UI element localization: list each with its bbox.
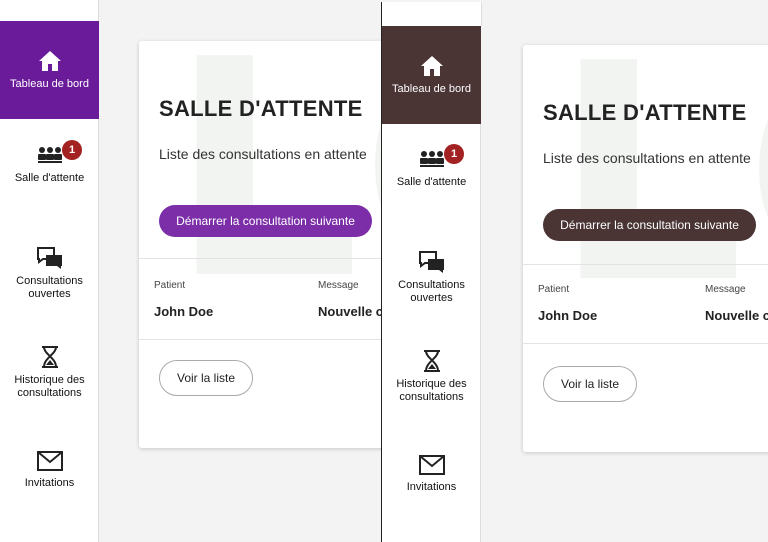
start-next-consultation-button[interactable]: Démarrer la consultation suivante [159, 205, 372, 237]
watermark-logo: LC [169, 41, 381, 345]
panel-purple-theme: Tableau de bord 1 Salle d'attente Consul… [0, 0, 381, 542]
page-subtitle: Liste des consultations en attente [159, 146, 367, 162]
sidebar-item-label: Historique des consultations [396, 378, 467, 403]
patient-column-header: Patient [538, 284, 570, 295]
waiting-room-card: LC SALLE D'ATTENTE Liste des consultatio… [523, 45, 768, 452]
waiting-room-card: LC SALLE D'ATTENTE Liste des consultatio… [139, 41, 381, 448]
envelope-icon [36, 451, 63, 471]
sidebar-item-invitations[interactable]: Invitations [0, 451, 99, 490]
sidebar-item-label: Consultations ouvertes [398, 279, 465, 304]
home-icon [38, 50, 62, 72]
sidebar-item-invitations[interactable]: Invitations [382, 455, 481, 494]
sidebar-item-label: Tableau de bord [392, 82, 471, 95]
message-column-header: Message [318, 280, 359, 291]
waiting-room-icon [419, 150, 445, 170]
sidebar: Tableau de bord 1 Salle d'attente Consul… [0, 0, 99, 542]
page-subtitle: Liste des consultations en attente [543, 150, 751, 166]
sidebar-item-label: Consultations ouvertes [16, 275, 83, 300]
start-next-consultation-button[interactable]: Démarrer la consultation suivante [543, 209, 756, 241]
message-column-header: Message [705, 284, 746, 295]
divider [523, 343, 768, 344]
sidebar-top-strip [382, 2, 482, 26]
page-title: SALLE D'ATTENTE [159, 96, 363, 121]
sidebar-item-waiting-room[interactable]: 1 Salle d'attente [382, 144, 481, 189]
view-list-button[interactable]: Voir la liste [159, 360, 253, 396]
sidebar-item-open-consultations[interactable]: Consultations ouvertes [0, 247, 99, 301]
consultation-message: Nouvelle consultation [705, 308, 768, 323]
sidebar-item-dashboard[interactable]: Tableau de bord [382, 26, 481, 124]
patient-name: John Doe [538, 308, 598, 323]
sidebar-item-open-consultations[interactable]: Consultations ouvertes [382, 251, 481, 305]
waiting-room-icon [37, 146, 63, 166]
sidebar-item-waiting-room[interactable]: 1 Salle d'attente [0, 140, 99, 185]
hourglass-icon [423, 350, 441, 372]
divider [523, 264, 768, 265]
notification-badge: 1 [444, 144, 464, 164]
sidebar-item-label: Tableau de bord [10, 77, 89, 90]
sidebar-item-label: Historique des consultations [14, 374, 85, 399]
hourglass-icon [41, 346, 59, 368]
sidebar-item-label: Salle d'attente [396, 176, 467, 188]
divider [139, 339, 381, 340]
view-list-button[interactable]: Voir la liste [543, 366, 637, 402]
page-title: SALLE D'ATTENTE [543, 100, 747, 125]
sidebar-item-label: Invitations [24, 477, 75, 489]
panel-brown-theme: Tableau de bord 1 Salle d'attente Consul… [381, 2, 768, 542]
chat-icon [36, 247, 63, 269]
sidebar-item-dashboard[interactable]: Tableau de bord [0, 21, 99, 119]
divider [139, 258, 381, 259]
envelope-icon [418, 455, 445, 475]
notification-badge: 1 [62, 140, 82, 160]
sidebar-item-history[interactable]: Historique des consultations [382, 350, 481, 404]
consultation-message: Nouvelle consultation [318, 304, 381, 319]
sidebar-item-label: Salle d'attente [14, 172, 85, 184]
patient-name: John Doe [154, 304, 214, 319]
sidebar-item-history[interactable]: Historique des consultations [0, 346, 99, 400]
watermark-logo: LC [553, 45, 768, 349]
home-icon [420, 55, 444, 77]
chat-icon [418, 251, 445, 273]
patient-column-header: Patient [154, 280, 186, 291]
sidebar-item-label: Invitations [406, 481, 457, 493]
sidebar: Tableau de bord 1 Salle d'attente Consul… [382, 26, 481, 542]
